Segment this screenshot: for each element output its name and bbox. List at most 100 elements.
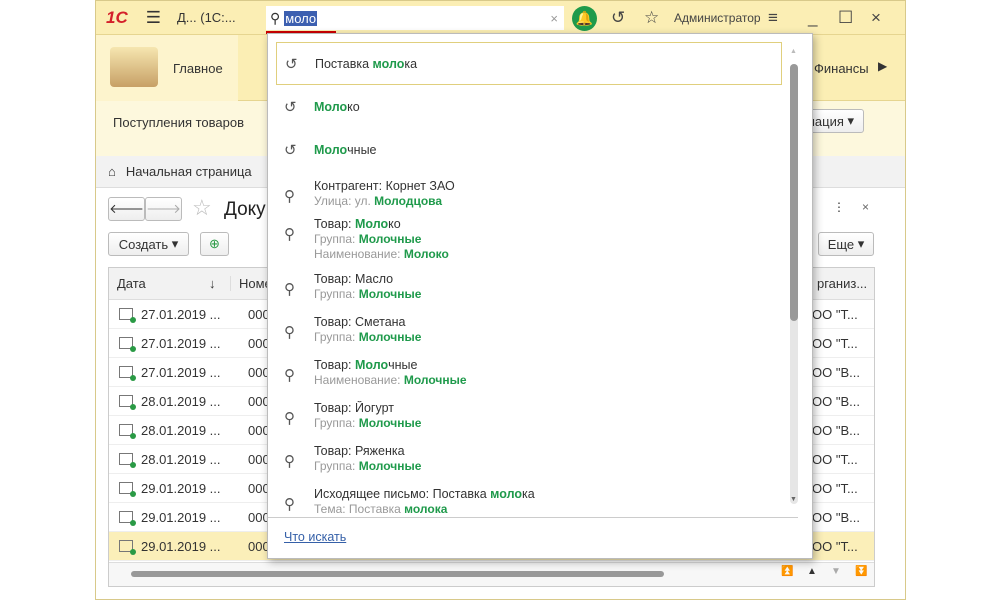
match: Молочные: [403, 373, 467, 387]
cell-organization: ОО "В...: [812, 364, 860, 380]
history-icon: ↺: [284, 142, 297, 159]
search-icon: ⚲: [284, 281, 295, 298]
close-icon[interactable]: ×: [871, 8, 881, 28]
result-field: Тема: Поставка: [314, 502, 405, 516]
match: Молочные: [358, 232, 422, 246]
history-suggestion[interactable]: ↺ Молочные: [276, 129, 782, 172]
text: Поставка: [315, 57, 373, 71]
scroll-right-icon[interactable]: ▶: [878, 59, 887, 73]
result-title: Товар: Сметана: [314, 315, 406, 329]
back-button[interactable]: 🡐: [108, 197, 145, 221]
match: Молочные: [358, 416, 422, 430]
horizontal-scrollbar[interactable]: ⏫ ▲ ▼ ⏬: [109, 562, 874, 586]
match: Моло: [354, 358, 389, 372]
history-suggestion[interactable]: ↺ Молоко: [276, 86, 782, 129]
more-actions-button[interactable]: Еще ▾: [818, 232, 874, 256]
result-field: Группа:: [314, 416, 359, 430]
text: ко: [347, 100, 360, 114]
result-field: Наименование:: [314, 373, 404, 387]
notifications-bell-icon[interactable]: 🔔: [572, 6, 597, 31]
forward-button[interactable]: 🡒: [145, 197, 182, 221]
search-value[interactable]: моло: [284, 10, 318, 26]
create-new-document-button[interactable]: ⊕: [200, 232, 229, 256]
document-posted-icon: [119, 395, 136, 410]
search-icon: ⚲: [284, 496, 295, 513]
minimize-icon[interactable]: _: [808, 8, 817, 28]
sort-desc-icon: ↓: [209, 276, 216, 291]
match: Молочные: [358, 330, 422, 344]
search-input[interactable]: ⚲ моло ×: [266, 6, 564, 34]
match: моло: [372, 57, 405, 71]
cell-date: 28.01.2019 ...: [141, 451, 221, 467]
create-button[interactable]: Создать ▾: [108, 232, 189, 256]
result-field: Группа:: [314, 232, 359, 246]
form-title: Доку: [224, 199, 266, 220]
document-posted-icon: [119, 424, 136, 439]
history-icon: ↺: [284, 99, 297, 116]
cell-date: 27.01.2019 ...: [141, 335, 221, 351]
first-page-icon[interactable]: ⏫: [781, 566, 793, 577]
scroll-down-icon[interactable]: ▼: [790, 496, 797, 503]
document-posted-icon: [119, 511, 136, 526]
what-to-search-link[interactable]: Что искать: [284, 530, 346, 544]
result-field: Группа:: [314, 287, 359, 301]
search-icon: ⚲: [284, 410, 295, 427]
maximize-icon[interactable]: ☐: [838, 8, 853, 28]
menu-icon[interactable]: ☰: [146, 8, 161, 28]
scroll-up-icon[interactable]: ▲: [790, 48, 797, 55]
search-result-item[interactable]: ⚲ Товар: Ряженка Группа: Молочные: [276, 444, 782, 486]
cell-organization: ОО "В...: [812, 422, 860, 438]
cell-date: 28.01.2019 ...: [141, 422, 221, 438]
home-icon[interactable]: ⌂: [108, 164, 116, 179]
favorite-star-icon[interactable]: ☆: [192, 195, 212, 221]
match: Моло: [314, 143, 348, 157]
form-menu-icon[interactable]: ⋮: [833, 200, 845, 214]
window-title: Д... (1С:...: [176, 10, 236, 25]
settings-menu-icon[interactable]: ≡: [768, 8, 778, 28]
section-finance[interactable]: Финансы: [814, 61, 869, 76]
text: ка: [404, 57, 418, 71]
form-close-icon[interactable]: ×: [862, 200, 869, 214]
search-suggestions-dropdown: Что искать ↺ Поставка молока ↺ Молоко ↺ Молоч…: [267, 33, 813, 559]
section-main[interactable]: Главное: [96, 35, 238, 101]
link-goods-receipts[interactable]: Поступления товаров: [113, 115, 244, 130]
text: ка: [521, 487, 535, 501]
cell-date: 27.01.2019 ...: [141, 364, 221, 380]
history-icon: ↺: [285, 56, 298, 73]
hscroll-thumb[interactable]: [131, 571, 664, 577]
search-result-item[interactable]: ⚲ Товар: Молоко Группа: Молочные Наименован…: [276, 217, 782, 259]
last-page-icon[interactable]: ⏬: [855, 566, 867, 577]
search-icon: ⚲: [284, 453, 295, 470]
search-result-item[interactable]: ⚲ Товар: Молочные Наименование: Молочные: [276, 358, 782, 400]
search-icon: ⚲: [270, 9, 281, 26]
cell-organization: ОО "Т...: [812, 335, 858, 351]
document-posted-icon: [119, 308, 136, 323]
search-result-item[interactable]: ⚲ Контрагент: Корнет ЗАО Улица: ул. Молодц…: [276, 179, 782, 221]
page-down-icon[interactable]: ▼: [831, 566, 841, 577]
tab-home-page[interactable]: Начальная страница: [126, 164, 252, 179]
user-name[interactable]: Администратор: [674, 11, 761, 25]
document-posted-icon: [119, 337, 136, 352]
cell-organization: ОО "Т...: [812, 306, 858, 322]
history-icon[interactable]: ↺: [611, 8, 625, 28]
logo-1c: 1С: [106, 7, 128, 27]
text: чные: [388, 358, 418, 372]
match: Молоко: [403, 247, 449, 259]
dropdown-scroll-thumb[interactable]: [790, 64, 798, 321]
search-result-item[interactable]: ⚲ Товар: Йогурт Группа: Молочные: [276, 401, 782, 443]
clear-search-icon[interactable]: ×: [550, 11, 558, 26]
column-number[interactable]: Номе: [231, 276, 272, 291]
history-suggestion[interactable]: ↺ Поставка молока: [276, 42, 782, 85]
search-result-item[interactable]: ⚲ Товар: Сметана Группа: Молочные: [276, 315, 782, 357]
match: Молочные: [358, 459, 422, 473]
search-result-item[interactable]: ⚲ Исходящее письмо: Поставка молока Тема: …: [276, 487, 782, 517]
cell-date: 29.01.2019 ...: [141, 538, 221, 554]
section-main-label: Главное: [173, 61, 223, 76]
result-title: Товар:: [314, 358, 355, 372]
cell-organization: ОО "Т...: [812, 480, 858, 496]
column-organization[interactable]: рганиз...: [817, 276, 867, 291]
document-posted-icon: [119, 482, 136, 497]
page-up-icon[interactable]: ▲: [807, 566, 817, 577]
search-result-item[interactable]: ⚲ Товар: Масло Группа: Молочные: [276, 272, 782, 314]
favorites-star-icon[interactable]: ☆: [644, 8, 659, 28]
